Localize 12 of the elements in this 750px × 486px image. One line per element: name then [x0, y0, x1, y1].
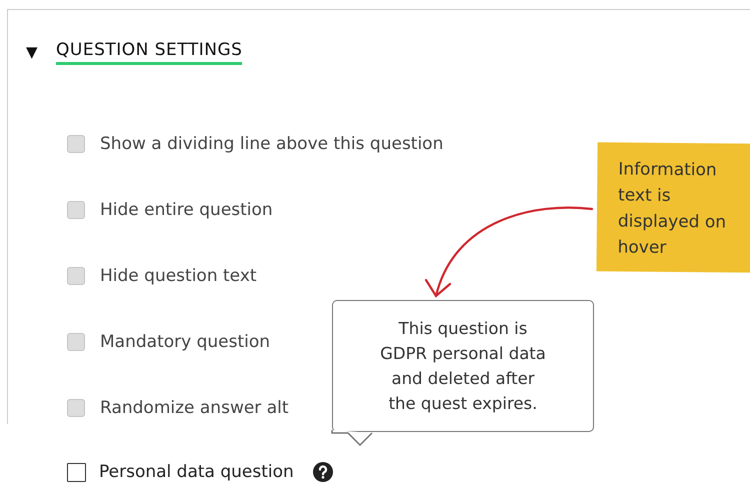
option-label: Randomize answer alt	[100, 398, 289, 418]
option-label: Personal data question	[99, 462, 294, 482]
tooltip: This question is GDPR personal data and deleted after the quest expires.	[332, 300, 594, 432]
sticky-note: Information text is displayed on hover	[596, 142, 750, 273]
collapse-toggle[interactable]: ▼	[26, 43, 40, 61]
help-icon[interactable]	[312, 462, 333, 482]
option-label: Show a dividing line above this question	[100, 134, 444, 154]
section-title: QUESTION SETTINGS	[56, 40, 242, 64]
checkbox[interactable]	[67, 462, 86, 482]
option-label: Mandatory question	[100, 332, 270, 352]
option-label: Hide question text	[100, 266, 257, 286]
option-label: Hide entire question	[100, 200, 273, 220]
